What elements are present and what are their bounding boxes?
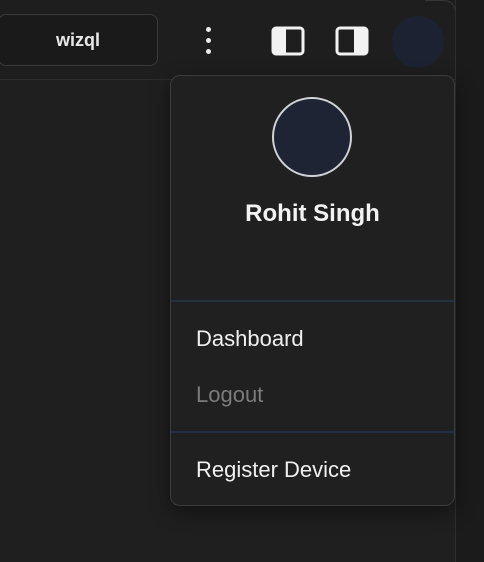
profile-name: Rohit Singh <box>245 200 380 227</box>
left-panel-toggle-icon[interactable] <box>271 26 305 56</box>
workspace-button[interactable]: wizql <box>0 14 158 66</box>
menu-divider <box>171 431 454 433</box>
user-dropdown-menu: Rohit Singh Dashboard Logout Register De… <box>170 75 455 506</box>
kebab-dot <box>205 48 211 54</box>
profile-avatar <box>272 97 352 177</box>
right-panel-toggle-icon[interactable] <box>335 26 369 56</box>
more-vertical-icon[interactable] <box>196 22 220 58</box>
user-avatar-button[interactable] <box>392 16 444 68</box>
menu-item-logout[interactable]: Logout <box>196 382 263 408</box>
menu-item-register-device[interactable]: Register Device <box>196 457 351 483</box>
app-window: wizql Rohit Singh Dashboard Logout Regis… <box>0 0 484 562</box>
window-corner <box>425 0 456 13</box>
window-edge <box>455 0 484 562</box>
menu-item-dashboard[interactable]: Dashboard <box>196 326 304 352</box>
kebab-dot <box>205 37 211 43</box>
kebab-dot <box>205 26 211 32</box>
top-bar: wizql <box>0 0 456 80</box>
menu-divider <box>171 300 454 302</box>
